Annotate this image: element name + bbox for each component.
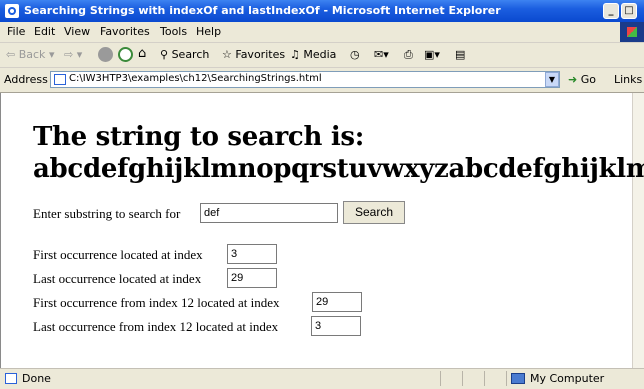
status-divider [506,371,507,386]
menu-edit[interactable]: Edit [34,25,55,38]
search-button[interactable]: Search [343,201,405,224]
discuss-icon[interactable]: ▤ [455,48,465,61]
first-occurrence-field[interactable] [227,244,277,264]
media-toolbar-label: Media [303,48,337,61]
computer-icon [511,373,525,384]
back-button-label: Back [18,48,46,61]
menu-view[interactable]: View [64,25,90,38]
status-bar: Done My Computer [0,368,644,389]
first-from-12-field[interactable] [312,292,362,312]
page-icon [54,74,66,85]
window-title: Searching Strings with indexOf and lastI… [24,4,501,17]
forward-button[interactable]: ⇨ ▾ [64,48,82,61]
media-toolbar-button[interactable]: ♫ Media [290,48,336,61]
address-bar: Address C:\IW3HTP3\examples\ch12\Searchi… [0,68,644,93]
last-occurrence-field[interactable] [227,268,277,288]
search-icon: ⚲ [160,48,169,61]
page-done-icon [5,373,17,384]
address-label: Address [4,73,48,86]
last-from-12-label: Last occurrence from index 12 located at… [33,319,279,334]
search-toolbar-button[interactable]: ⚲ Search [160,48,209,61]
address-input[interactable]: C:\IW3HTP3\examples\ch12\SearchingString… [50,71,560,88]
menu-favorites[interactable]: Favorites [100,25,150,38]
ie-logo-icon [5,4,19,18]
search-prompt-label: Enter substring to search for [33,206,181,221]
status-divider [440,371,441,386]
go-button[interactable]: ➜ Go [568,73,596,86]
links-button[interactable]: Links [614,73,642,86]
go-label: Go [580,73,596,86]
address-dropdown-button[interactable]: ▼ [545,72,559,87]
edit-icon[interactable]: ▣▾ [424,48,440,61]
last-occurrence-label: Last occurrence located at index [33,271,202,286]
status-divider [462,371,463,386]
title-bar: Searching Strings with indexOf and lastI… [0,0,644,22]
maximize-button[interactable]: □ [621,3,637,19]
address-url: C:\IW3HTP3\examples\ch12\SearchingString… [69,73,322,84]
go-arrow-icon: ➜ [568,73,578,86]
menu-help[interactable]: Help [196,25,221,38]
menu-tools[interactable]: Tools [160,25,187,38]
zone-text: My Computer [530,372,605,385]
search-toolbar-label: Search [171,48,210,61]
menu-bar: File Edit View Favorites Tools Help [0,22,644,43]
favorites-toolbar-button[interactable]: ☆ Favorites [222,48,285,61]
stop-icon[interactable] [98,47,113,62]
heading-line-1: The string to search is: [33,122,365,152]
minimize-button[interactable]: _ [603,3,619,19]
star-icon: ☆ [222,48,232,61]
last-from-12-field[interactable] [311,316,361,336]
history-icon[interactable]: ◷ [350,48,360,61]
back-button[interactable]: ⇦ Back ▾ [6,48,54,61]
first-from-12-label: First occurrence from index 12 located a… [33,295,280,310]
media-icon: ♫ [290,48,300,61]
home-icon[interactable]: ⌂ [138,46,146,61]
print-icon[interactable]: ⎙ [404,48,413,62]
mail-icon[interactable]: ✉▾ [374,48,389,61]
refresh-icon[interactable] [118,47,133,62]
standard-toolbar: ⇦ Back ▾ ⇨ ▾ ⌂ ⚲ Search ☆ Favorites ♫ Me… [0,43,644,68]
search-input[interactable] [200,203,338,223]
status-divider [484,371,485,386]
windows-logo-icon [620,22,644,42]
first-occurrence-label: First occurrence located at index [33,247,203,262]
page-heading: The string to search is: abcdefghijklmno… [33,121,644,185]
back-arrow-icon: ⇦ [6,48,16,61]
status-text: Done [22,372,51,385]
heading-line-2: abcdefghijklmnopqrstuvwxyzabcdefghijklm [33,154,644,184]
menu-file[interactable]: File [7,25,25,38]
chevron-down-icon: ▾ [48,48,55,61]
favorites-toolbar-label: Favorites [235,48,286,61]
